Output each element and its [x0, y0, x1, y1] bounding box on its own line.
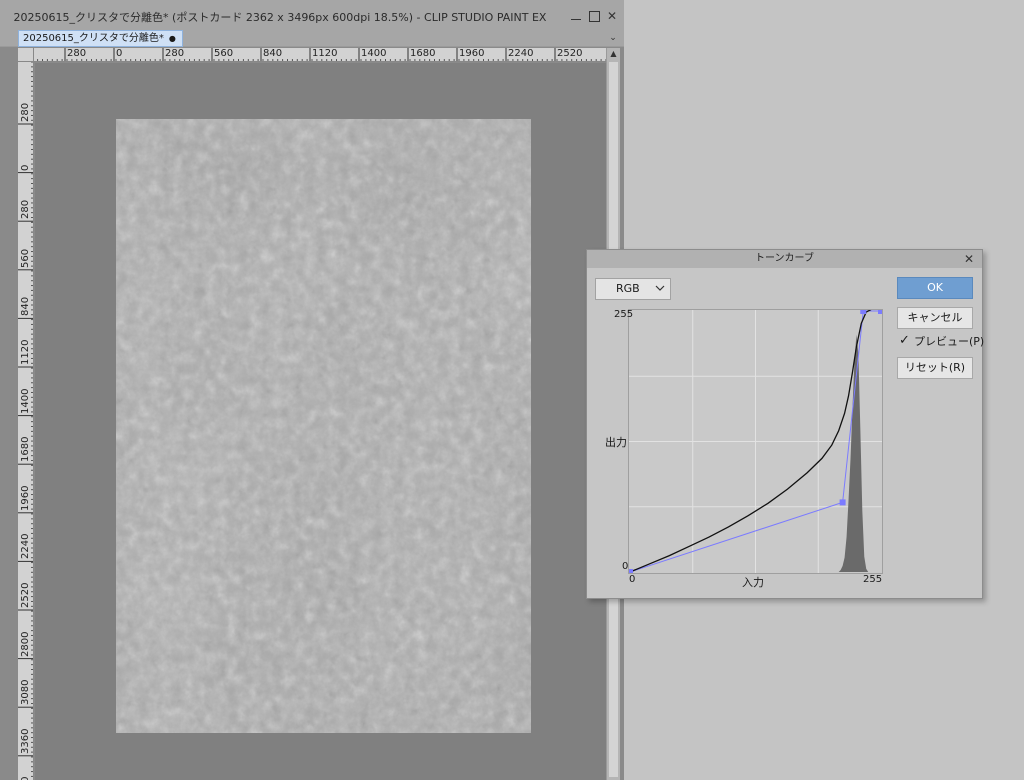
ruler-label: 560 — [214, 48, 234, 59]
ruler-label: 560 — [20, 248, 31, 268]
vertical-ruler: 280 0 280 560 840 1120 1400 1680 1960 2240 2520 280… — [18, 62, 34, 780]
ruler-label: 1120 — [20, 339, 31, 365]
horizontal-ruler: 280 0 280 560 840 1120 1400 1680 1960 2240 2520 — [18, 48, 606, 62]
control-point[interactable] — [629, 569, 633, 573]
document-tab-bar: 20250615_クリスタで分離色* ● ⌄ — [0, 30, 624, 47]
checkmark-icon: ✓ — [899, 333, 910, 348]
main-window: 20250615_クリスタで分離色* (ポストカード 2362 x 3496px… — [0, 0, 624, 780]
ruler-label: 2240 — [508, 48, 534, 59]
ruler-label: 1960 — [20, 485, 31, 511]
output-axis-label: 出力 — [605, 436, 627, 449]
tone-curve-graph[interactable] — [628, 309, 883, 574]
ruler-label: 3360 — [20, 728, 31, 754]
canvas-area[interactable] — [35, 63, 606, 780]
ok-button[interactable]: OK — [897, 277, 973, 299]
document-tab-label: 20250615_クリスタで分離色* — [23, 33, 164, 44]
window-title: 20250615_クリスタで分離色* (ポストカード 2362 x 3496px… — [13, 11, 547, 24]
control-point[interactable] — [878, 310, 882, 314]
ruler-label: 1960 — [459, 48, 485, 59]
ruler-label: 1680 — [410, 48, 436, 59]
ruler-label: 1120 — [312, 48, 338, 59]
ruler-label: 280 — [20, 200, 31, 220]
document-tab[interactable]: 20250615_クリスタで分離色* ● — [18, 30, 183, 47]
ruler-label: 1400 — [361, 48, 387, 59]
ruler-label: 280 — [165, 48, 185, 59]
dialog-title: トーンカーブ — [587, 250, 982, 268]
scroll-up-icon[interactable]: ▲ — [607, 48, 620, 60]
ruler-corner — [18, 48, 34, 62]
preview-label: プレビュー(P) — [914, 335, 985, 348]
ruler-label: 280 — [20, 102, 31, 122]
ruler-label: 840 — [20, 297, 31, 317]
channel-value: RGB — [616, 282, 640, 295]
channel-select[interactable]: RGB — [595, 278, 671, 300]
reset-button[interactable]: リセット(R) — [897, 357, 973, 379]
cancel-button[interactable]: キャンセル — [897, 307, 973, 329]
ruler-label: 0 — [20, 164, 31, 171]
paper-texture — [116, 119, 531, 733]
title-bar: 20250615_クリスタで分離色* (ポストカード 2362 x 3496px… — [0, 0, 624, 30]
unsaved-dot-icon: ● — [168, 34, 176, 43]
ruler-label: 840 — [263, 48, 283, 59]
ruler-label: 2520 — [557, 48, 583, 59]
ruler-label: 2240 — [20, 533, 31, 560]
dialog-close-icon[interactable]: ✕ — [962, 251, 976, 267]
ruler-label: 1680 — [20, 436, 31, 463]
ruler-label: 2800 — [20, 631, 31, 657]
minimize-button[interactable] — [568, 8, 584, 24]
control-point[interactable] — [839, 499, 846, 506]
preview-checkbox[interactable]: ✓ プレビュー(P) — [897, 333, 984, 350]
ruler-label: 280 — [67, 48, 87, 59]
curve-plot[interactable] — [629, 310, 882, 573]
close-window-button[interactable]: ✕ — [604, 8, 620, 24]
ruler-label: 0 — [116, 48, 123, 59]
x-axis-min-label: 0 — [629, 574, 636, 585]
tab-list-chevron-icon[interactable]: ⌄ — [606, 30, 620, 47]
ruler-label: 3080 — [20, 679, 31, 706]
x-axis-max-label: 255 — [863, 574, 883, 585]
maximize-button[interactable] — [586, 8, 602, 24]
tone-curve-dialog: トーンカーブ ✕ RGB 255 0 0 255 出力 入力 OK キャンセル … — [586, 249, 984, 599]
control-point[interactable] — [860, 310, 867, 314]
chevron-down-icon — [655, 285, 665, 291]
canvas-paper[interactable] — [116, 119, 531, 733]
ruler-label: 1400 — [20, 388, 31, 414]
ruler-label: 2520 — [20, 582, 31, 608]
y-axis-max-label: 255 — [614, 309, 634, 320]
input-axis-label: 入力 — [742, 576, 764, 589]
y-axis-min-label: 0 — [622, 561, 629, 572]
